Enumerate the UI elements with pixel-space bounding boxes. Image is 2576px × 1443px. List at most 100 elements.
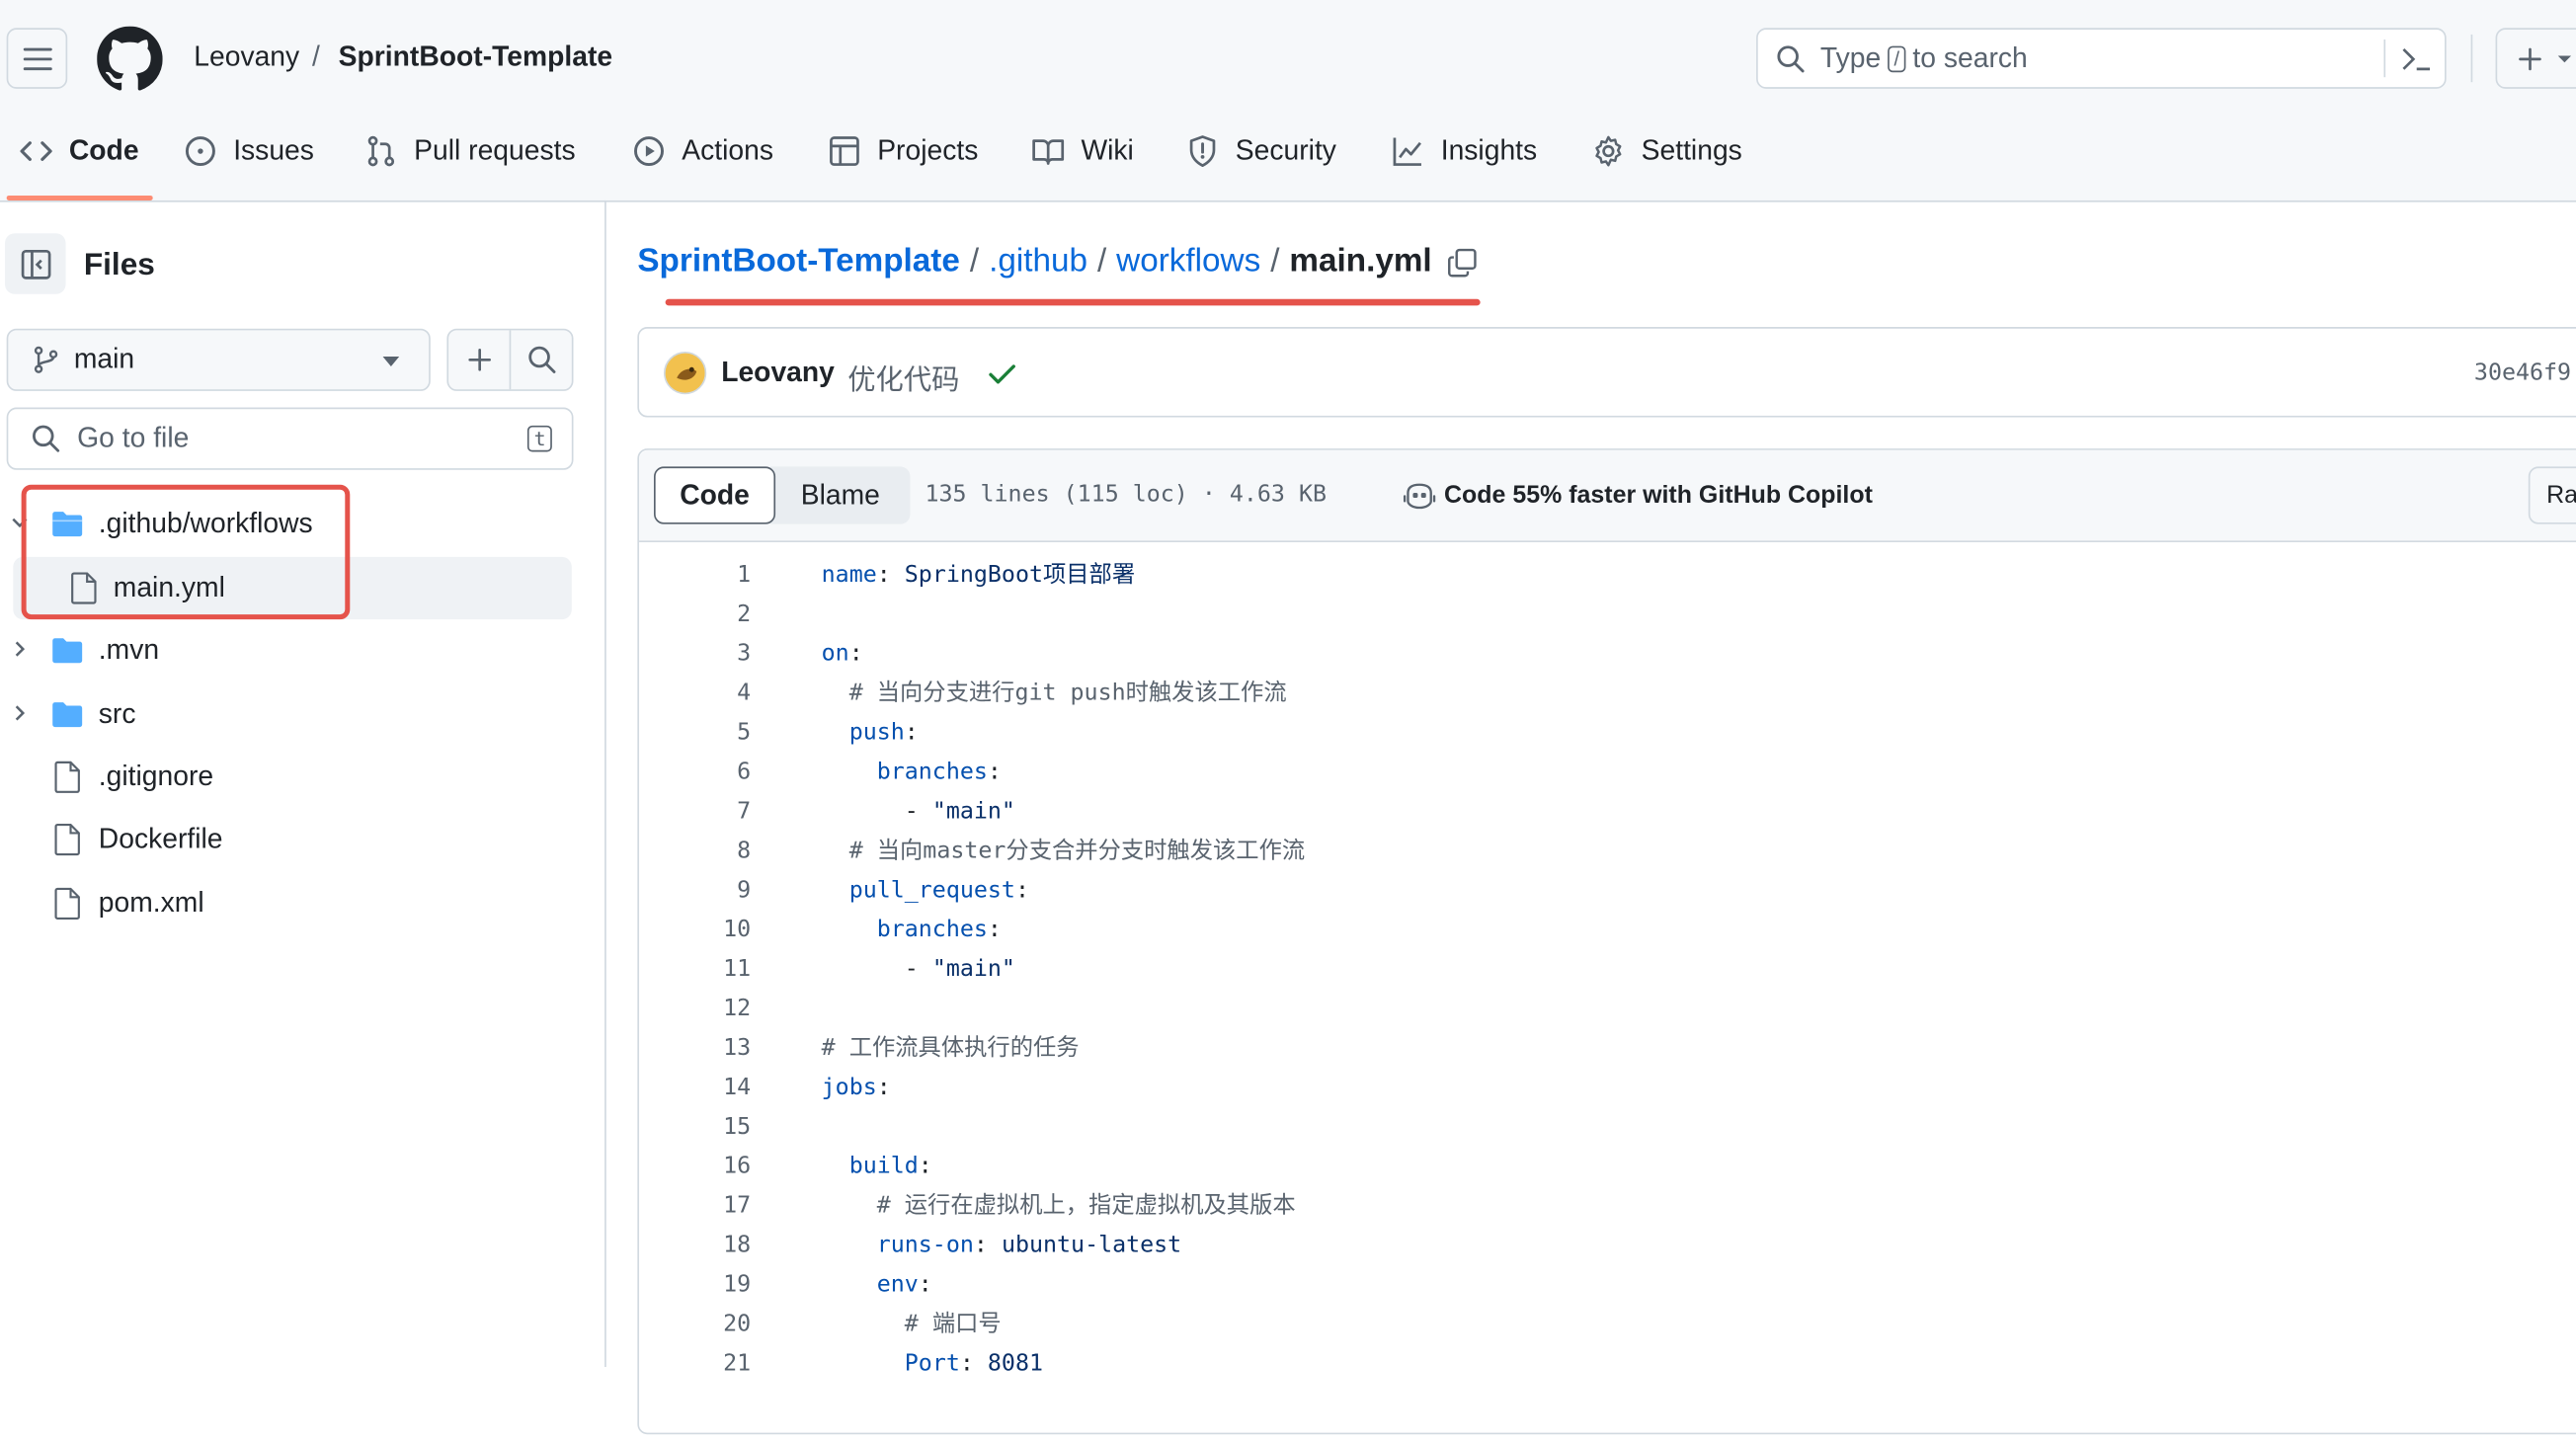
code-line: 4 # 当向分支进行git push时触发该工作流 [639, 674, 2576, 713]
code-line: 3 on: [639, 634, 2576, 674]
commit-message[interactable]: 优化代码 [847, 357, 959, 398]
breadcrumb-repo-link[interactable]: SprintBoot-Template [637, 243, 960, 281]
breadcrumb-workflows-link[interactable]: workflows [1116, 243, 1260, 281]
line-number: 6 [737, 759, 752, 786]
code-text: push: [848, 719, 919, 747]
repo-owner-link[interactable]: Leovany [194, 41, 299, 74]
tree-item-src[interactable]: src [0, 683, 572, 746]
code-line: 16 build: [639, 1147, 2576, 1186]
go-to-file-shortcut: t [526, 425, 553, 452]
code-text: name: SpringBoot项目部署 [821, 561, 1136, 589]
tree-item-label: .mvn [98, 634, 160, 666]
commit-hash[interactable]: 30e46f9 [2474, 360, 2571, 386]
copilot-promo-link[interactable]: Code 55% faster with GitHub Copilot [1444, 481, 1873, 509]
code-line: 12 [639, 989, 2576, 1028]
line-number: 8 [737, 838, 752, 865]
file-breadcrumb: SprintBoot-Template / .github / workflow… [637, 243, 1476, 281]
collapse-sidebar-button[interactable] [4, 233, 66, 294]
code-line: 17 # 运行在虚拟机上，指定虚拟机及其版本 [639, 1186, 2576, 1226]
tab-projects[interactable]: Projects [828, 134, 978, 167]
tab-blame-view[interactable]: Blame [770, 466, 911, 524]
breadcrumb-separator: / [1270, 243, 1280, 280]
menu-button[interactable] [6, 28, 68, 89]
tree-item-dockerfile[interactable]: Dockerfile [0, 808, 572, 870]
tab-issues[interactable]: Issues [184, 134, 314, 167]
file-actions-group [446, 328, 574, 391]
line-number: 1 [737, 561, 752, 589]
tab-pull-requests-label: Pull requests [414, 134, 576, 167]
raw-button[interactable]: Ra [2528, 466, 2576, 524]
go-to-file-placeholder: Go to file [77, 422, 190, 454]
tab-insights[interactable]: Insights [1392, 134, 1537, 167]
line-number: 12 [723, 996, 752, 1022]
code-line: 11 - "main" [639, 950, 2576, 990]
line-number: 9 [737, 877, 752, 904]
check-icon[interactable] [988, 361, 1017, 388]
play-icon [634, 136, 664, 167]
github-logo-icon[interactable] [97, 26, 163, 93]
chevron-down-icon [2557, 54, 2572, 62]
tree-item-pom-xml[interactable]: pom.xml [0, 872, 572, 934]
sidebar-title: Files [83, 248, 155, 283]
folder-icon [52, 638, 83, 664]
gear-icon [1595, 135, 1622, 167]
add-file-button[interactable] [448, 330, 512, 390]
code-text: pull_request: [848, 877, 1029, 904]
avatar[interactable] [663, 351, 707, 395]
tree-item-label: .gitignore [98, 761, 214, 792]
search-files-button[interactable] [511, 330, 572, 389]
chevron-right-icon [15, 705, 26, 721]
sidebar-collapse-icon [20, 249, 50, 279]
create-new-button[interactable] [2495, 28, 2576, 89]
search-input[interactable]: Type / to search [1756, 28, 2447, 89]
code-line: 21 Port: 8081 [639, 1344, 2576, 1384]
branch-selector[interactable]: main [6, 328, 431, 391]
header-divider [2470, 34, 2473, 83]
tab-code-view[interactable]: Code [653, 466, 776, 524]
line-number: 13 [723, 1035, 752, 1062]
command-palette-icon[interactable] [2400, 44, 2433, 74]
tree-item-gitignore[interactable]: .gitignore [0, 746, 572, 808]
tab-code[interactable]: Code [20, 134, 139, 167]
plus-icon [2519, 46, 2541, 70]
latest-commit-box: Leovany 优化代码 30e46f9 [637, 327, 2576, 418]
tab-blame-view-label: Blame [800, 478, 880, 511]
commit-author[interactable]: Leovany [721, 357, 835, 389]
line-number: 7 [737, 798, 752, 826]
code-text: Port: 8081 [904, 1350, 1044, 1378]
line-number: 2 [737, 601, 752, 628]
code-line: 10 branches: [639, 911, 2576, 950]
tab-settings[interactable]: Settings [1592, 134, 1742, 167]
repo-name-link[interactable]: SprintBoot-Template [339, 41, 613, 74]
search-suffix: to search [1912, 42, 2028, 74]
go-to-file-input[interactable]: Go to file t [6, 407, 574, 470]
tab-security[interactable]: Security [1186, 134, 1336, 167]
tab-wiki[interactable]: Wiki [1032, 134, 1134, 167]
breadcrumb-current-file: main.yml [1289, 243, 1432, 280]
tree-item-mvn[interactable]: .mvn [0, 619, 572, 681]
line-number: 16 [723, 1153, 752, 1180]
line-number: 15 [723, 1113, 752, 1141]
tab-actions[interactable]: Actions [632, 134, 773, 167]
code-line: 6 branches: [639, 753, 2576, 792]
line-number: 5 [737, 719, 752, 747]
table-icon [830, 136, 859, 166]
code-text: jobs: [821, 1074, 891, 1101]
search-shortcut-key: / [1887, 45, 1906, 73]
code-line: 20 # 端口号 [639, 1305, 2576, 1344]
search-placeholder: Type / to search [1820, 42, 2028, 75]
code-line: 14 jobs: [639, 1068, 2576, 1107]
search-icon [1777, 45, 1805, 73]
copy-icon[interactable] [1447, 247, 1477, 277]
code-line: 5 push: [639, 713, 2576, 753]
line-number: 10 [723, 917, 752, 943]
tab-insights-label: Insights [1440, 134, 1538, 167]
code-view: 1 name: SpringBoot项目部署 2 3 on: 4 # 当向分支进行git … [639, 555, 2576, 1442]
issue-icon [185, 136, 215, 167]
search-icon [33, 425, 60, 452]
code-line: 18 runs-on: ubuntu-latest [639, 1226, 2576, 1265]
breadcrumb-github-link[interactable]: .github [989, 243, 1087, 281]
tab-pull-requests[interactable]: Pull requests [364, 134, 576, 167]
file-header: Code Blame 135 lines (115 loc) · 4.63 KB… [639, 449, 2576, 542]
code-text: branches: [876, 759, 1002, 786]
